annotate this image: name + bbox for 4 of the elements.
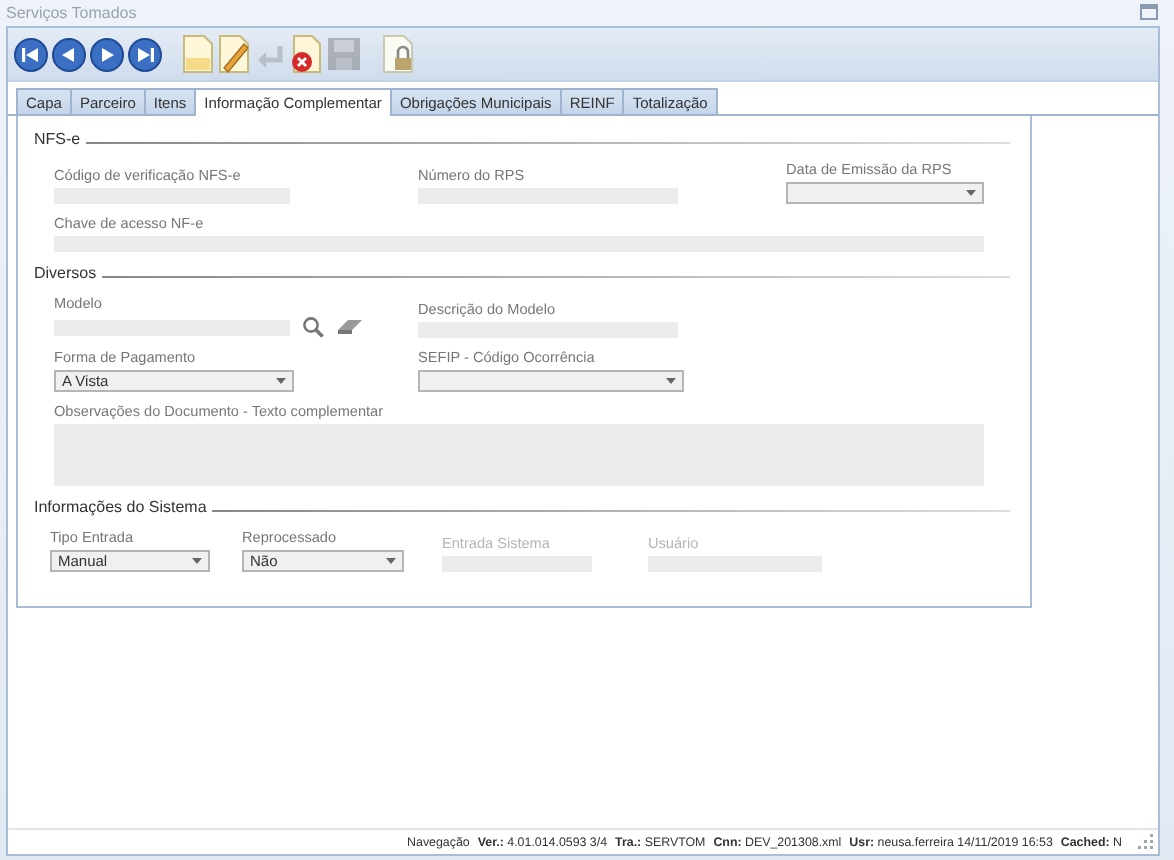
window-title: Serviços Tomados [6,3,137,21]
section-title: Diversos [34,263,97,281]
section-title: Informações do Sistema [34,497,207,515]
section-title: NFS-e [34,129,81,147]
